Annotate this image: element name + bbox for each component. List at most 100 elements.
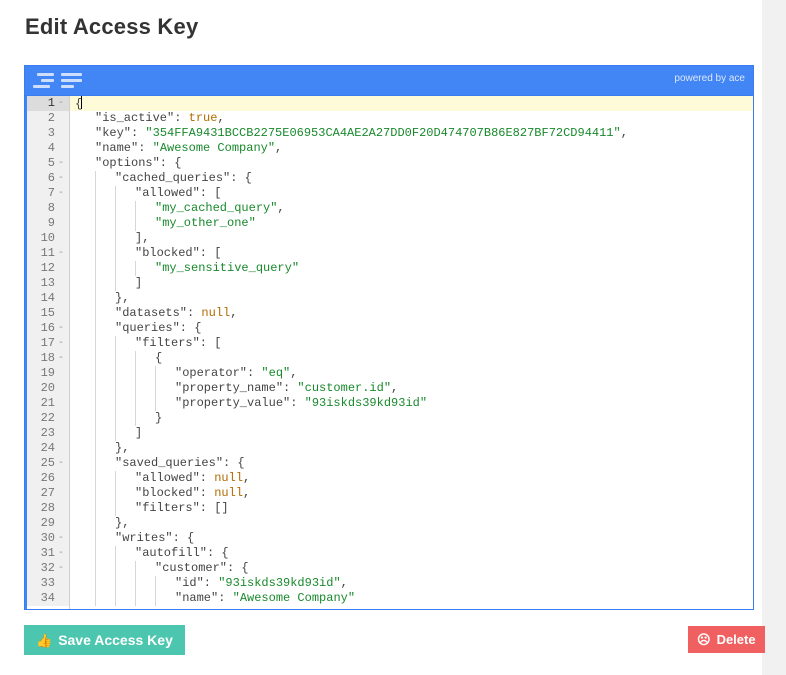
line-number: 20 <box>25 381 69 396</box>
code-line[interactable]: 1-{ <box>25 96 753 111</box>
code-lines[interactable]: 1-{2 "is_active": true, 3 "key": "354FFA943… <box>25 96 753 606</box>
line-number: 14 <box>25 291 69 306</box>
code-text: "is_active": true, <box>95 111 225 125</box>
line-number: 28 <box>25 501 69 516</box>
save-access-key-button[interactable]: 👍 Save Access Key <box>24 625 185 655</box>
code-line[interactable]: 14}, <box>25 291 753 306</box>
code-line[interactable]: 19 "operator": "eq", <box>25 366 753 381</box>
code-line[interactable]: 16- "queries": { <box>25 321 753 336</box>
code-text: ] <box>70 276 753 291</box>
code-line[interactable]: 28 "filters": [] <box>25 501 753 516</box>
line-number: 15 <box>25 306 69 321</box>
line-number: 4 <box>25 141 69 156</box>
frowning-face-icon: ☹ <box>697 632 711 647</box>
code-line[interactable]: 4 "name": "Awesome Company", <box>25 141 753 156</box>
code-line[interactable]: 23] <box>25 426 753 441</box>
fold-toggle-icon[interactable]: - <box>56 351 66 366</box>
code-text: "name": "Awesome Company" <box>70 591 753 606</box>
code-line[interactable]: 34 "name": "Awesome Company" <box>25 591 753 606</box>
fold-toggle-icon[interactable]: - <box>56 156 66 171</box>
code-line[interactable]: 13] <box>25 276 753 291</box>
code-line[interactable]: 9 "my_other_one" <box>25 216 753 231</box>
code-text: "saved_queries": { <box>70 456 753 471</box>
line-number: 29 <box>25 516 69 531</box>
fold-toggle-icon[interactable]: - <box>56 456 66 471</box>
code-text: "autofill": { <box>70 546 753 561</box>
line-number: 1- <box>25 96 69 111</box>
line-number: 31- <box>25 546 69 561</box>
line-number: 5- <box>25 156 69 171</box>
line-number: 6- <box>25 171 69 186</box>
fold-toggle-icon[interactable]: - <box>56 171 66 186</box>
code-line[interactable]: 6- "cached_queries": { <box>25 171 753 186</box>
code-line[interactable]: 10], <box>25 231 753 246</box>
page-card: Edit Access Key powered by ace 1-{2 "is_a… <box>0 0 765 675</box>
code-text: ], <box>70 231 753 246</box>
line-number: 9 <box>25 216 69 231</box>
powered-by-label: powered by ace <box>674 73 745 84</box>
code-line[interactable]: 22} <box>25 411 753 426</box>
fold-toggle-icon[interactable]: - <box>56 561 66 576</box>
code-text: "my_sensitive_query" <box>70 261 753 276</box>
code-text: "blocked": null, <box>70 486 753 501</box>
code-line[interactable]: 12 "my_sensitive_query" <box>25 261 753 276</box>
code-line[interactable]: 25- "saved_queries": { <box>25 456 753 471</box>
fold-toggle-icon[interactable]: - <box>56 336 66 351</box>
code-text: "queries": { <box>70 321 753 336</box>
editor-toolbar: powered by ace <box>25 66 753 96</box>
line-number: 18- <box>25 351 69 366</box>
fold-toggle-icon[interactable]: - <box>56 546 66 561</box>
code-text: "filters": [ <box>70 336 753 351</box>
fold-toggle-icon[interactable]: - <box>56 321 66 336</box>
format-align-left-icon[interactable] <box>61 73 82 89</box>
code-text: "options": { <box>95 156 182 170</box>
fold-toggle-icon[interactable]: - <box>56 186 66 201</box>
format-indent-icon[interactable] <box>33 73 54 89</box>
code-line[interactable]: 5- "options": { <box>25 156 753 171</box>
code-text: "property_value": "93iskds39kd93id" <box>70 396 753 411</box>
code-line[interactable]: 2 "is_active": true, <box>25 111 753 126</box>
code-line[interactable]: 11- "blocked": [ <box>25 246 753 261</box>
code-text: "filters": [] <box>70 501 753 516</box>
fold-toggle-icon[interactable]: - <box>56 246 66 261</box>
code-line[interactable]: 17- "filters": [ <box>25 336 753 351</box>
code-line[interactable]: 31- "autofill": { <box>25 546 753 561</box>
code-line[interactable]: 30- "writes": { <box>25 531 753 546</box>
code-text: "name": "Awesome Company", <box>95 141 283 155</box>
code-line[interactable]: 7- "allowed": [ <box>25 186 753 201</box>
code-line[interactable]: 26 "allowed": null, <box>25 471 753 486</box>
code-line[interactable]: 15 "datasets": null, <box>25 306 753 321</box>
code-text: }, <box>70 291 753 306</box>
code-text: }, <box>70 516 753 531</box>
fold-toggle-icon[interactable]: - <box>56 531 66 546</box>
code-text: "my_cached_query", <box>70 201 753 216</box>
line-number: 24 <box>25 441 69 456</box>
code-line[interactable]: 33 "id": "93iskds39kd93id", <box>25 576 753 591</box>
line-number: 16- <box>25 321 69 336</box>
code-text: { <box>70 351 753 366</box>
code-text: "writes": { <box>70 531 753 546</box>
line-number: 19 <box>25 366 69 381</box>
code-line[interactable]: 3 "key": "354FFA9431BCCB2275E06953CA4AE2A… <box>25 126 753 141</box>
code-text: "allowed": null, <box>70 471 753 486</box>
code-line[interactable]: 18-{ <box>25 351 753 366</box>
code-text: "my_other_one" <box>70 216 753 231</box>
code-line[interactable]: 29}, <box>25 516 753 531</box>
code-line[interactable]: 27 "blocked": null, <box>25 486 753 501</box>
line-number: 23 <box>25 426 69 441</box>
delete-button[interactable]: ☹ Delete <box>688 626 765 653</box>
code-line[interactable]: 21 "property_value": "93iskds39kd93id" <box>25 396 753 411</box>
code-line[interactable]: 32- "customer": { <box>25 561 753 576</box>
json-editor[interactable]: powered by ace 1-{2 "is_active": true, 3 "k… <box>24 65 754 610</box>
code-text: "datasets": null, <box>70 306 753 321</box>
code-line[interactable]: 8 "my_cached_query", <box>25 201 753 216</box>
code-line[interactable]: 24}, <box>25 441 753 456</box>
code-text: "customer": { <box>70 561 753 576</box>
fold-toggle-icon[interactable]: - <box>56 96 66 111</box>
code-text: "blocked": [ <box>70 246 753 261</box>
code-line[interactable]: 20 "property_name": "customer.id", <box>25 381 753 396</box>
line-number: 34 <box>25 591 69 606</box>
editor-body[interactable]: 1-{2 "is_active": true, 3 "key": "354FFA943… <box>25 96 753 609</box>
line-number: 2 <box>25 111 69 126</box>
line-number: 12 <box>25 261 69 276</box>
